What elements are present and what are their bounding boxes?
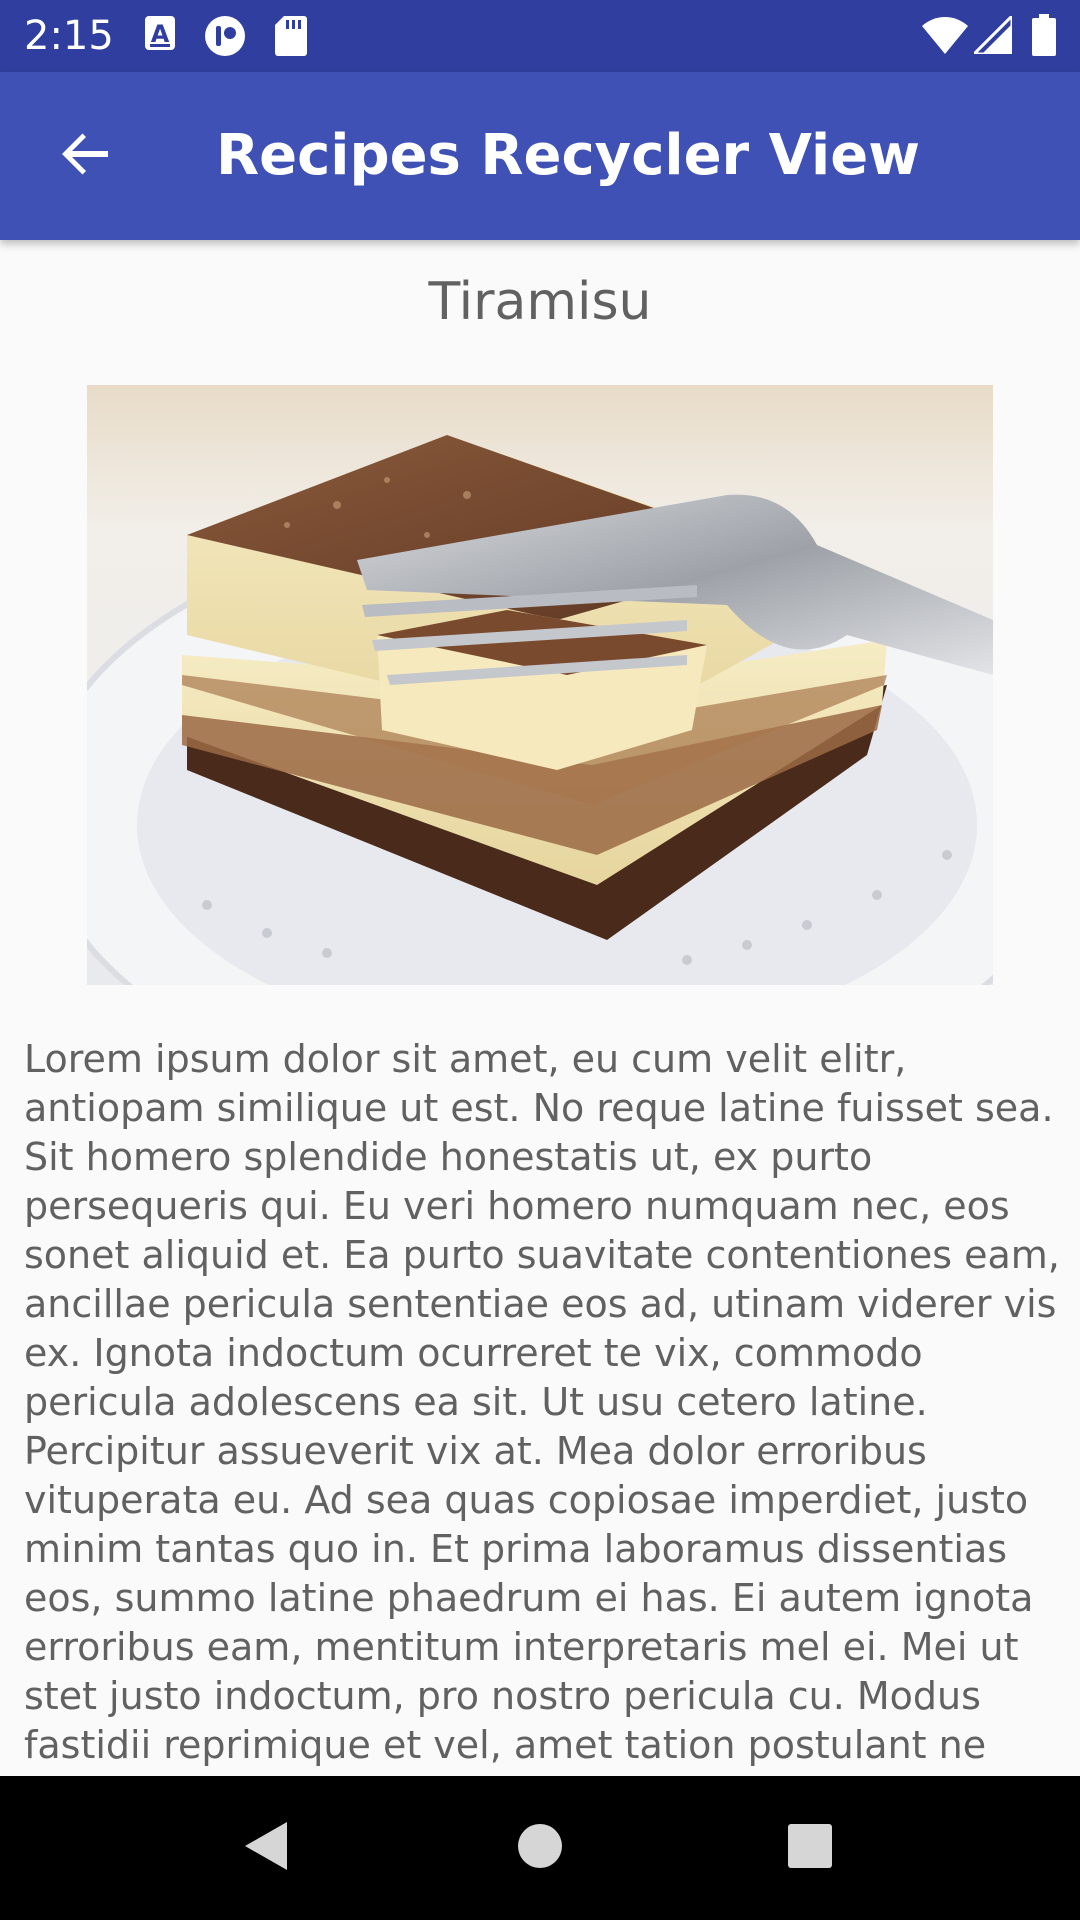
nav-home-button[interactable] xyxy=(500,1808,580,1888)
status-bar: 2:15 A xyxy=(0,0,1080,72)
recipe-image xyxy=(87,385,993,985)
recipe-title: Tiramisu xyxy=(428,272,652,332)
cell-signal-icon xyxy=(970,12,1014,59)
nav-back-button[interactable] xyxy=(227,1808,307,1888)
recipe-detail: Tiramisu Lorem ipsum dolor sit amet, eu … xyxy=(0,240,1080,1776)
arrow-back-icon xyxy=(60,128,112,185)
recents-square-icon xyxy=(787,1823,833,1874)
page-title: Recipes Recycler View xyxy=(216,123,920,188)
back-button[interactable] xyxy=(42,112,130,200)
svg-text:A: A xyxy=(151,20,170,48)
a-box-icon: A xyxy=(143,14,177,59)
home-circle-icon xyxy=(517,1823,563,1874)
battery-icon xyxy=(1032,14,1056,61)
circle-app-icon xyxy=(203,14,247,63)
status-time: 2:15 xyxy=(24,13,114,59)
nav-recents-button[interactable] xyxy=(770,1808,850,1888)
recipe-description: Lorem ipsum dolor sit amet, eu cum velit… xyxy=(24,1037,1060,1776)
navigation-bar xyxy=(0,1776,1080,1920)
sd-card-icon xyxy=(274,14,308,63)
wifi-icon xyxy=(922,16,968,59)
app-bar: Recipes Recycler View xyxy=(0,72,1080,240)
back-triangle-icon xyxy=(243,1820,291,1877)
